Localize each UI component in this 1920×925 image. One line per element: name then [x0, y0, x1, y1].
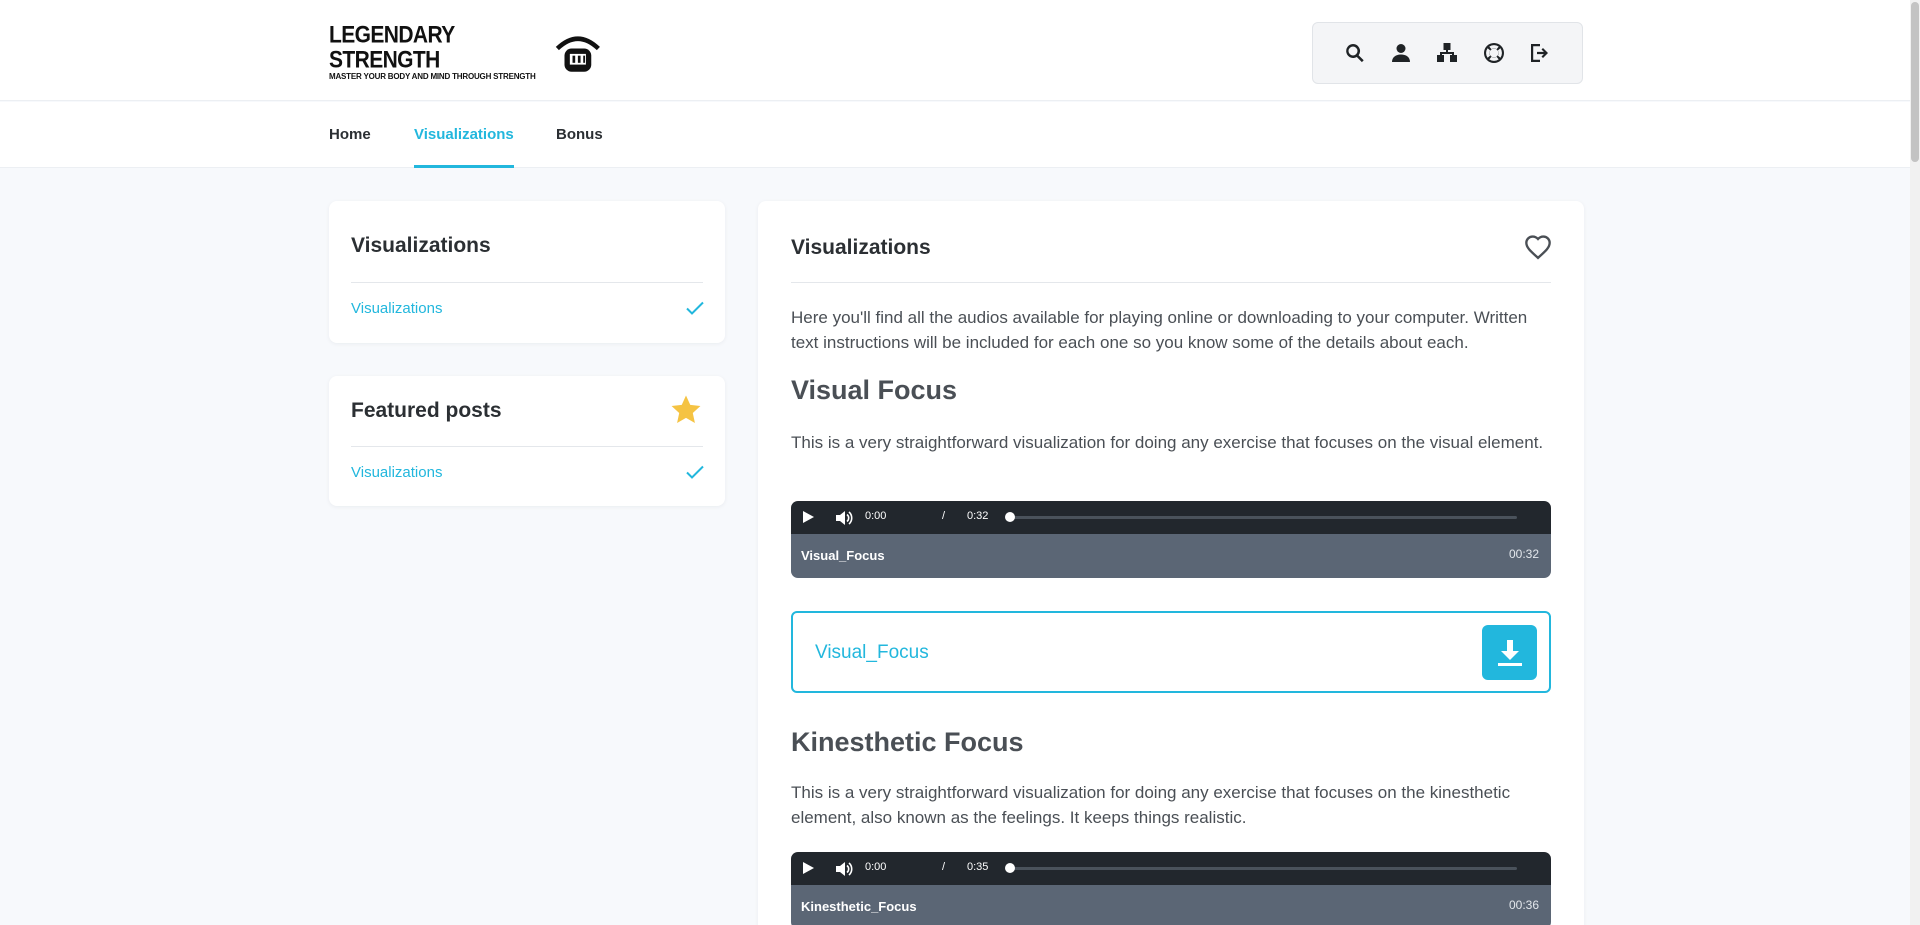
- checkmark-icon: [686, 465, 704, 479]
- profile-button[interactable]: [1387, 39, 1415, 67]
- search-button[interactable]: [1341, 39, 1369, 67]
- checkmark-icon: [686, 301, 704, 315]
- nav-bonus[interactable]: Bonus: [556, 102, 603, 168]
- play-icon[interactable]: [801, 510, 815, 524]
- star-icon: [671, 395, 701, 424]
- site-logo[interactable]: LEGENDARY STRENGTH MASTER YOUR BODY AND …: [329, 22, 604, 81]
- track-duration: 00:32: [1508, 547, 1539, 561]
- audio-player: 0:00 / 0:32 Visual_Focus 00:32: [791, 501, 1551, 578]
- section-description: This is a very straightforward visualiza…: [791, 433, 1544, 452]
- logo-title: LEGENDARY STRENGTH: [329, 21, 455, 73]
- section-heading: Visual Focus: [791, 375, 958, 405]
- kettlebell-logo-icon: [556, 36, 601, 72]
- volume-icon[interactable]: [835, 860, 853, 878]
- download-icon: [1497, 639, 1522, 666]
- scrollbar-thumb[interactable]: [1911, 2, 1919, 162]
- sitemap-icon: [1437, 43, 1458, 62]
- main-nav: Home Visualizations Bonus: [0, 102, 1910, 168]
- sitemap-button[interactable]: [1433, 39, 1461, 67]
- progress-handle[interactable]: [1005, 863, 1015, 873]
- time-separator: /: [942, 510, 946, 522]
- download-box[interactable]: Visual_Focus: [791, 611, 1551, 693]
- progress-track[interactable]: [1009, 516, 1517, 519]
- page-title: Visualizations: [791, 236, 931, 259]
- divider: [351, 282, 703, 283]
- player-controls: 0:00 / 0:35: [791, 852, 1551, 885]
- track-name: Kinesthetic_Focus: [801, 899, 917, 914]
- divider: [791, 282, 1551, 283]
- volume-icon[interactable]: [835, 509, 853, 527]
- download-label[interactable]: Visual_Focus: [815, 642, 929, 664]
- section-heading: Kinesthetic Focus: [791, 727, 1024, 757]
- player-meta: Kinesthetic_Focus 00:36: [791, 885, 1551, 925]
- time-separator: /: [942, 861, 946, 873]
- featured-title: Featured posts: [351, 399, 502, 422]
- user-toolbar: [1312, 22, 1583, 84]
- intro-text: Here you'll find all the audios availabl…: [791, 308, 1528, 352]
- section-description: This is a very straightforward visualiza…: [791, 783, 1511, 827]
- main-content-card: Visualizations Here you'll find all the …: [758, 201, 1584, 925]
- sidebar-categories-card: Visualizations Visualizations: [329, 201, 725, 343]
- progress-track[interactable]: [1009, 867, 1517, 870]
- logout-button[interactable]: [1526, 39, 1554, 67]
- divider: [351, 446, 703, 447]
- player-meta: Visual_Focus 00:32: [791, 534, 1551, 578]
- sidebar-featured-card: Featured posts Visualizations: [329, 376, 725, 506]
- sidebar-link-visualizations[interactable]: Visualizations: [351, 300, 442, 317]
- site-header: LEGENDARY STRENGTH MASTER YOUR BODY AND …: [0, 0, 1910, 101]
- page-scrollbar[interactable]: [1910, 0, 1920, 925]
- user-icon: [1392, 44, 1411, 62]
- logo-text: LEGENDARY STRENGTH MASTER YOUR BODY AND …: [329, 22, 544, 81]
- lifebuoy-icon: [1483, 43, 1504, 63]
- audio-player: 0:00 / 0:35 Kinesthetic_Focus 00:36: [791, 852, 1551, 925]
- search-icon: [1346, 44, 1364, 63]
- featured-link-visualizations[interactable]: Visualizations: [351, 464, 442, 481]
- support-button[interactable]: [1480, 39, 1508, 67]
- nav-home[interactable]: Home: [329, 102, 371, 168]
- player-controls: 0:00 / 0:32: [791, 501, 1551, 534]
- track-name: Visual_Focus: [801, 548, 885, 563]
- progress-handle[interactable]: [1005, 512, 1015, 522]
- play-icon[interactable]: [801, 861, 815, 875]
- track-duration: 00:36: [1508, 898, 1539, 912]
- sidebar-card-title: Visualizations: [351, 234, 491, 257]
- total-time: 0:32: [967, 510, 989, 522]
- heart-icon[interactable]: [1524, 234, 1552, 262]
- total-time: 0:35: [967, 861, 989, 873]
- download-button[interactable]: [1482, 625, 1537, 680]
- nav-visualizations[interactable]: Visualizations: [414, 102, 514, 168]
- current-time: 0:00: [865, 510, 887, 522]
- logout-icon: [1530, 44, 1548, 62]
- current-time: 0:00: [865, 861, 887, 873]
